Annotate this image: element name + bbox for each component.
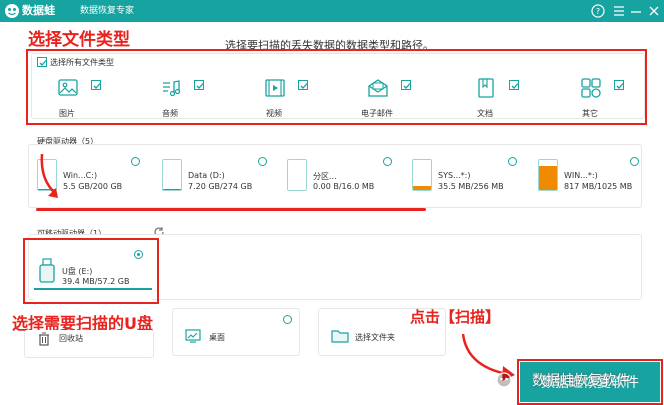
file-type-checkbox[interactable] (614, 80, 624, 90)
location-radio[interactable] (283, 315, 292, 324)
drive-size: 817 MB/1025 MB (564, 182, 633, 191)
image-icon (58, 79, 78, 96)
check-icon (93, 83, 101, 89)
help-icon: ? (591, 4, 605, 18)
app-logo-icon (5, 4, 19, 18)
svg-text:?: ? (596, 7, 600, 16)
drive-size: 7.20 GB/274 GB (188, 182, 253, 191)
menu-icon (614, 6, 624, 16)
drive-name: WIN...*:) (564, 171, 598, 180)
drive-icon (162, 159, 182, 191)
help-button[interactable]: ? (590, 2, 606, 20)
location-label: 桌面 (209, 333, 225, 342)
location-recycle-bin[interactable]: 回收站 (24, 330, 154, 358)
file-type-label: 其它 (582, 109, 598, 118)
drive-size: 35.5 MB/256 MB (438, 182, 504, 191)
file-type-other[interactable]: 其它 (570, 73, 628, 118)
drive-size: 5.5 GB/200 GB (63, 182, 123, 191)
close-icon (649, 6, 659, 16)
watermark-text: 数据蛙恢复软件 (532, 373, 630, 389)
title-bar: 数据蛙 数据恢复专家 ? (0, 0, 664, 22)
email-icon (368, 79, 388, 97)
drive-icon (412, 159, 432, 191)
drive-radio[interactable] (131, 157, 140, 166)
select-all-label: 选择所有文件类型 (50, 58, 114, 67)
document-icon (478, 78, 494, 98)
location-desktop[interactable]: 桌面 (172, 308, 300, 356)
drive-radio[interactable] (383, 157, 392, 166)
recycle-bin-icon (39, 332, 49, 346)
watermark-logo-icon (496, 372, 512, 388)
file-type-label: 视频 (266, 109, 282, 118)
file-type-checkbox[interactable] (194, 80, 204, 90)
check-icon (300, 83, 308, 89)
drive-item-partition[interactable]: 分区... 0.00 B/16.0 MB (287, 155, 407, 197)
drive-radio[interactable] (258, 157, 267, 166)
location-label: 回收站 (59, 334, 83, 343)
file-type-label: 音频 (162, 109, 178, 118)
file-type-checkbox[interactable] (509, 80, 519, 90)
drive-radio[interactable] (630, 157, 639, 166)
drive-item-sys[interactable]: SYS...*:) 35.5 MB/256 MB (412, 155, 532, 197)
file-type-checkbox[interactable] (91, 80, 101, 90)
annotation-box-file-type (26, 49, 647, 125)
select-all-checkbox[interactable] (37, 57, 47, 67)
audio-icon (163, 80, 181, 97)
file-type-label: 电子邮件 (361, 109, 393, 118)
app-subtitle: 数据恢复专家 (80, 6, 135, 16)
check-icon (403, 83, 411, 89)
video-icon (265, 79, 285, 97)
annotation-select-file-type: 选择文件类型 (28, 30, 130, 50)
annotation-arrow-icon (40, 153, 58, 198)
drive-icon (538, 159, 558, 191)
drive-item-d[interactable]: Data (D:) 7.20 GB/274 GB (162, 155, 282, 197)
file-type-email[interactable]: 电子邮件 (357, 73, 415, 118)
drives-scrollbar[interactable] (36, 208, 426, 211)
file-type-label: 文档 (477, 109, 493, 118)
file-type-document[interactable]: 文档 (465, 73, 523, 118)
app-name: 数据蛙 (22, 4, 55, 17)
annotation-box-udisk (23, 238, 159, 304)
close-button[interactable] (646, 2, 662, 20)
drive-size: 0.00 B/16.0 MB (313, 182, 375, 191)
file-type-audio[interactable]: 音频 (150, 73, 208, 118)
other-icon (581, 78, 601, 98)
drive-name: 分区... (313, 172, 337, 181)
drive-radio[interactable] (508, 157, 517, 166)
desktop-icon (185, 329, 201, 343)
menu-button[interactable] (611, 2, 627, 20)
file-type-label: 图片 (59, 109, 75, 118)
folder-icon (331, 330, 349, 343)
file-type-checkbox[interactable] (298, 80, 308, 90)
location-label: 选择文件夹 (355, 333, 395, 342)
check-icon (196, 83, 204, 89)
check-icon (511, 83, 519, 89)
check-icon (616, 83, 624, 89)
minimize-button[interactable] (628, 2, 644, 20)
drive-name: SYS...*:) (438, 171, 471, 180)
drive-icon (287, 159, 307, 191)
drive-item-win[interactable]: WIN...*:) 817 MB/1025 MB (538, 155, 658, 197)
file-type-image[interactable]: 图片 (47, 73, 105, 118)
check-icon (39, 60, 47, 66)
drive-name: Data (D:) (188, 171, 225, 180)
file-type-video[interactable]: 视频 (254, 73, 312, 118)
minimize-icon (631, 11, 641, 13)
file-type-checkbox[interactable] (401, 80, 411, 90)
annotation-click-scan: 点击【扫描】 (410, 308, 501, 326)
